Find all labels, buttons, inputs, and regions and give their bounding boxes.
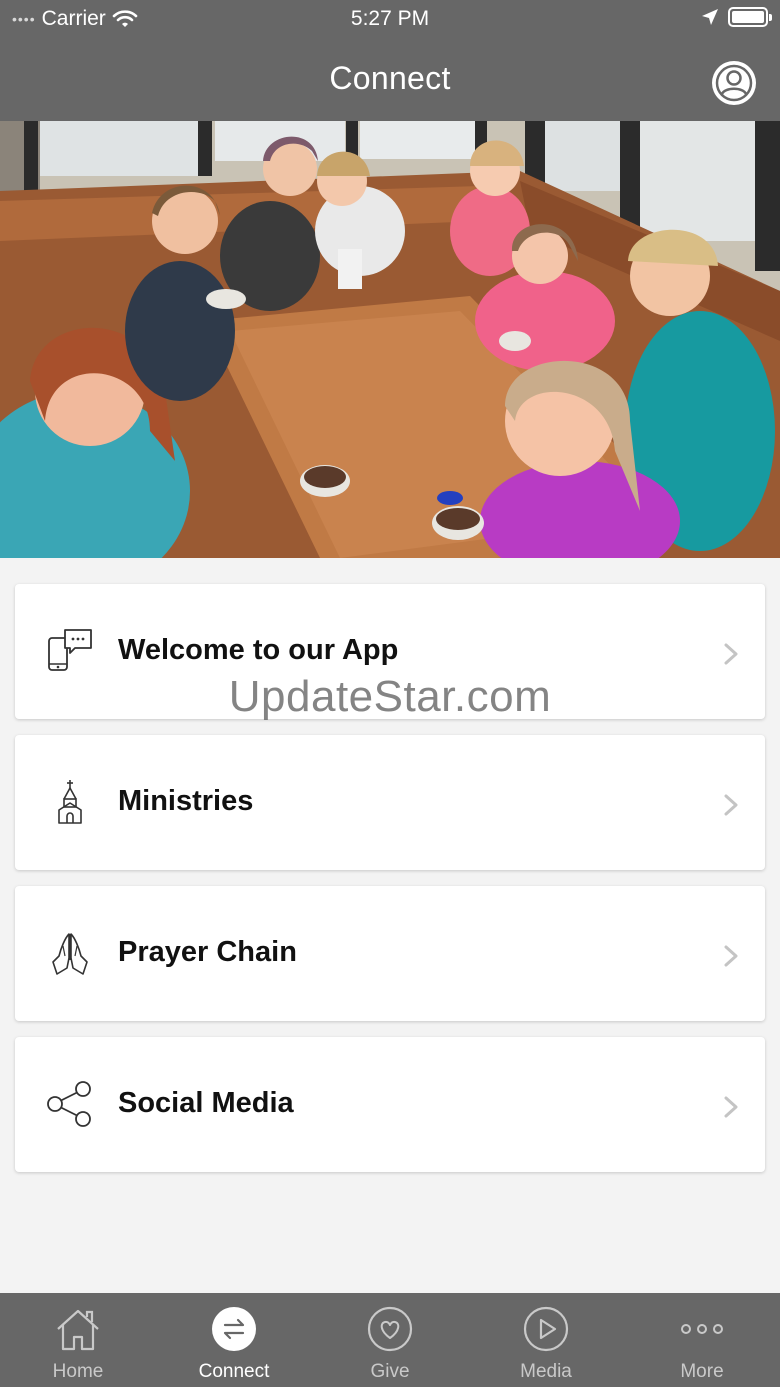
tab-more-label: More [680, 1361, 724, 1382]
kids-ice-cream-photo [0, 121, 780, 558]
location-arrow-icon [702, 9, 718, 25]
profile-button[interactable] [712, 61, 756, 105]
connect-arrows-icon [212, 1307, 256, 1351]
praying-hands-icon [52, 933, 88, 975]
tab-bar: Home Connect Give Media More [0, 1293, 780, 1387]
tab-media-label: Media [520, 1361, 572, 1382]
status-time: 5:27 PM [350, 7, 430, 30]
hero-photo [0, 121, 780, 558]
chevron-right-icon [724, 643, 738, 665]
chevron-right-icon [724, 945, 738, 967]
menu-list: Welcome to our App Ministries Prayer Cha… [15, 584, 765, 1188]
tab-give-label: Give [370, 1361, 410, 1382]
tab-connect-label: Connect [198, 1361, 270, 1382]
tab-home-label: Home [52, 1361, 104, 1382]
tab-media[interactable]: Media [468, 1293, 624, 1387]
welcome-label: Welcome to our App [118, 634, 399, 666]
tab-give[interactable]: Give [312, 1293, 468, 1387]
welcome-card[interactable]: Welcome to our App [15, 584, 765, 719]
top-bar: •••• Carrier 5:27 PM Connect [0, 0, 780, 121]
share-icon [47, 1081, 91, 1127]
chevron-right-icon [724, 1096, 738, 1118]
ministries-card[interactable]: Ministries [15, 735, 765, 870]
battery-icon [728, 7, 772, 27]
prayer-chain-label: Prayer Chain [118, 936, 297, 968]
tab-connect[interactable]: Connect [156, 1293, 312, 1387]
social-media-label: Social Media [118, 1087, 294, 1119]
ministries-label: Ministries [118, 785, 254, 817]
status-right [700, 7, 772, 27]
more-dots-icon [681, 1324, 723, 1334]
church-icon [58, 780, 82, 824]
play-icon [523, 1306, 569, 1352]
home-icon [57, 1309, 99, 1351]
tab-home[interactable]: Home [0, 1293, 156, 1387]
prayer-chain-card[interactable]: Prayer Chain [15, 886, 765, 1021]
page-title: Connect [329, 60, 451, 96]
user-avatar-icon [714, 63, 754, 103]
tab-more[interactable]: More [624, 1293, 780, 1387]
chevron-right-icon [724, 794, 738, 816]
heart-icon [367, 1306, 413, 1352]
phone-chat-icon [48, 629, 92, 671]
social-media-card[interactable]: Social Media [15, 1037, 765, 1172]
status-bar: •••• Carrier 5:27 PM [0, 0, 780, 40]
